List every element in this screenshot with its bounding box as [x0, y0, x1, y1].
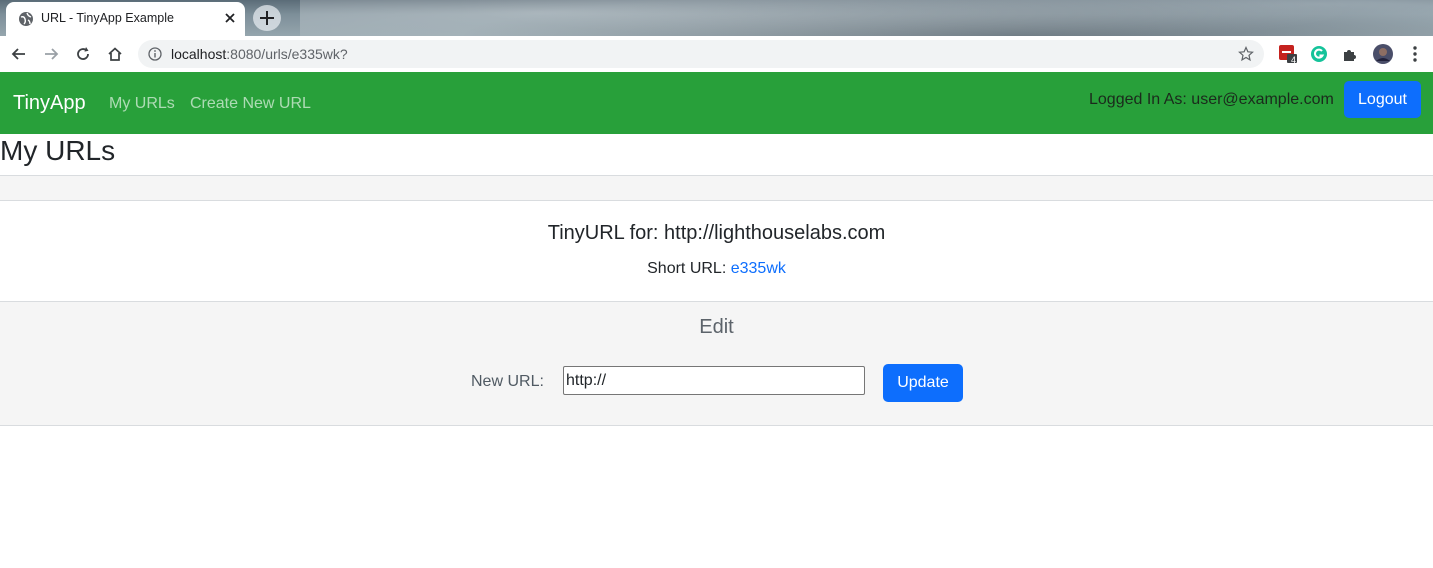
kebab-menu-icon[interactable]	[1405, 44, 1425, 64]
new-url-input[interactable]	[563, 366, 865, 395]
card-title: TinyURL for: http://lighthouselabs.com	[547, 222, 886, 244]
grammarly-icon[interactable]	[1309, 44, 1329, 64]
new-tab-button[interactable]	[253, 5, 281, 31]
short-url-label: Short URL:	[647, 260, 727, 277]
address-host: localhost	[171, 46, 227, 62]
globe-icon	[19, 12, 33, 26]
forward-arrow-icon[interactable]	[41, 44, 61, 64]
extension-badge: 4	[1291, 55, 1297, 65]
navbar-brand[interactable]: TinyApp	[13, 92, 86, 115]
app-navbar: TinyApp My URLs Create New URL Logged In…	[0, 72, 1433, 134]
browser-tab[interactable]: URL - TinyApp Example	[6, 2, 245, 36]
back-arrow-icon[interactable]	[9, 44, 29, 64]
close-icon[interactable]	[222, 10, 238, 26]
address-text: localhost:8080/urls/e335wk?	[171, 46, 348, 62]
logout-button[interactable]: Logout	[1344, 81, 1421, 118]
new-url-label: New URL:	[471, 373, 544, 390]
nav-link-create-new-url[interactable]: Create New URL	[190, 95, 311, 113]
profile-avatar-icon[interactable]	[1373, 44, 1393, 64]
info-icon[interactable]	[148, 47, 162, 61]
short-url-line: Short URL: e335wk	[0, 260, 1433, 278]
url-card-body: TinyURL for: http://lighthouselabs.com S…	[0, 201, 1433, 301]
short-url-link[interactable]: e335wk	[731, 260, 786, 277]
page-title: My URLs	[0, 135, 116, 166]
edit-heading: Edit	[699, 316, 734, 338]
logged-in-user-text: Logged In As: user@example.com	[1089, 91, 1334, 108]
edit-section: Edit New URL: Update	[0, 301, 1433, 426]
browser-toolbar: localhost:8080/urls/e335wk? 4	[0, 36, 1433, 73]
card-header	[0, 176, 1433, 201]
nav-link-my-urls[interactable]: My URLs	[109, 95, 175, 113]
plus-icon	[260, 11, 274, 25]
address-bar[interactable]: localhost:8080/urls/e335wk?	[138, 40, 1264, 68]
reload-icon[interactable]	[73, 44, 93, 64]
update-button[interactable]: Update	[883, 364, 963, 402]
address-path: :8080/urls/e335wk?	[226, 46, 348, 62]
puzzle-extensions-icon[interactable]	[1341, 44, 1361, 64]
browser-tabstrip: URL - TinyApp Example	[0, 0, 1433, 36]
home-icon[interactable]	[105, 44, 125, 64]
tab-title: URL - TinyApp Example	[41, 11, 174, 25]
bookmark-star-icon[interactable]	[1238, 46, 1254, 62]
